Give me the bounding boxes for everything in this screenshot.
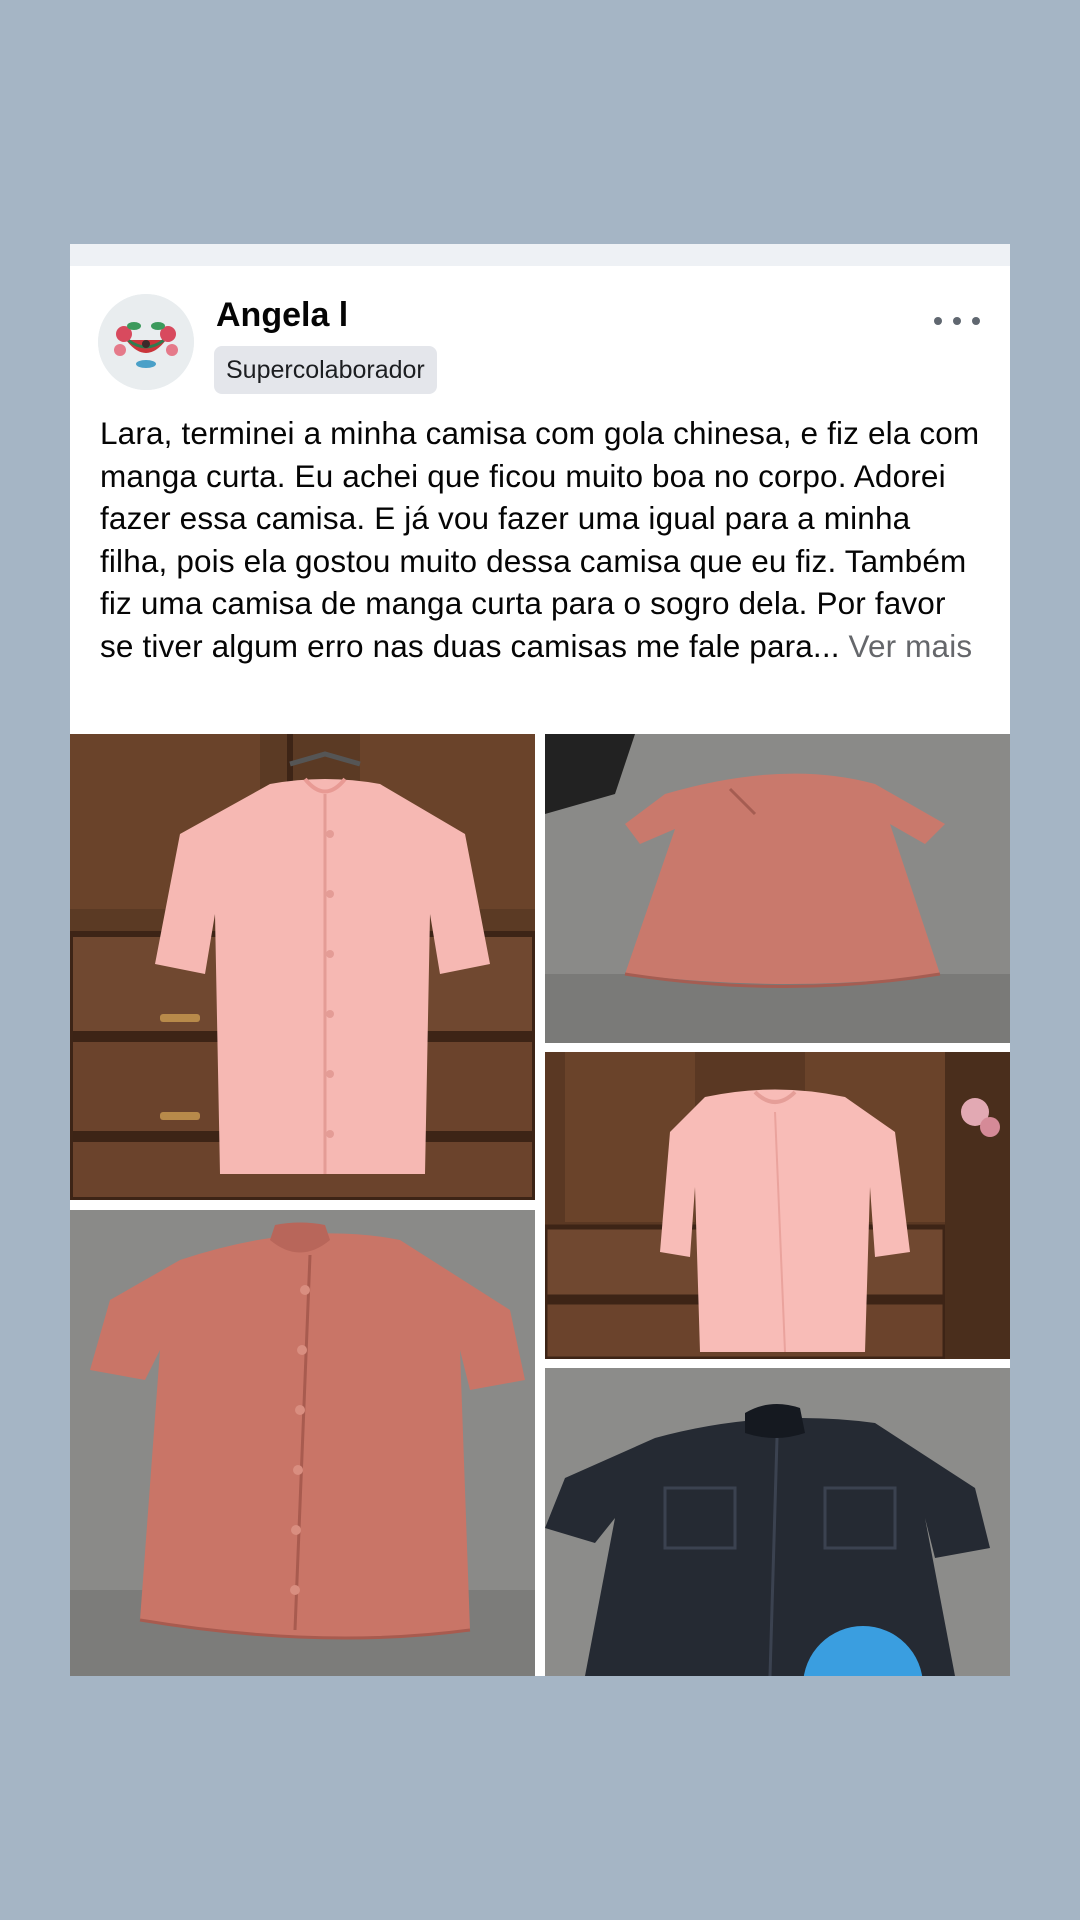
- photo-1[interactable]: [70, 734, 535, 1200]
- post-card: Angela l Supercolaborador Lara, terminei…: [70, 266, 1010, 1676]
- photo-3[interactable]: [545, 1052, 1010, 1359]
- photo-2[interactable]: [545, 734, 1010, 1043]
- floral-avatar-icon: [98, 294, 194, 390]
- see-more-link[interactable]: Ver mais: [849, 628, 973, 664]
- post-body: Lara, terminei a minha camisa com gola c…: [100, 412, 980, 667]
- author-avatar[interactable]: [98, 294, 194, 390]
- card-top-strip: [70, 244, 1010, 266]
- post-text: Lara, terminei a minha camisa com gola c…: [100, 415, 980, 664]
- photo-5[interactable]: [545, 1368, 1010, 1676]
- contributor-badge: Supercolaborador: [214, 346, 437, 394]
- photo-grid: [70, 734, 1010, 1676]
- author-name[interactable]: Angela l: [216, 296, 348, 335]
- more-options-icon[interactable]: [934, 306, 980, 336]
- photo-4[interactable]: [70, 1210, 535, 1676]
